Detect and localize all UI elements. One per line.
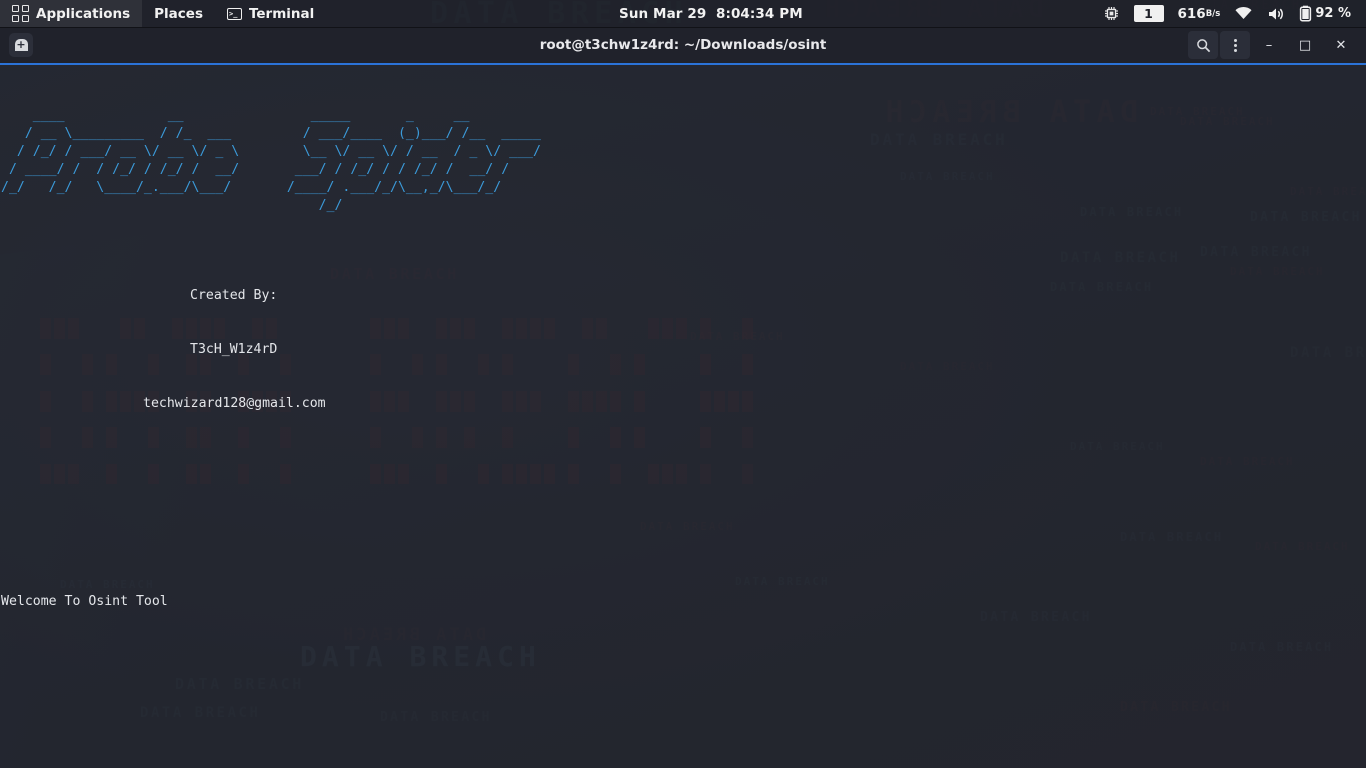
author-name: T3cH_W1z4rD xyxy=(190,342,278,357)
terminal-output: ____ __ _____ _ __ / __ \_________ / /_ … xyxy=(0,65,541,768)
workspace-number: 1 xyxy=(1133,5,1164,22)
minimize-button[interactable]: – xyxy=(1252,30,1286,60)
window-title: root@t3chw1z4rd: ~/Downloads/osint xyxy=(539,37,827,53)
maximize-button[interactable]: □ xyxy=(1288,30,1322,60)
system-tray: 1 616 B/s 92 % xyxy=(1096,0,1366,27)
workspace-switcher[interactable]: 1 xyxy=(1127,0,1171,27)
terminal-window: root@t3chw1z4rd: ~/Downloads/osint – □ ✕… xyxy=(0,27,1366,768)
volume-icon xyxy=(1269,8,1284,19)
terminal-body[interactable]: ____ __ _____ _ __ / __ \_________ / /_ … xyxy=(0,65,1366,768)
battery-indicator[interactable]: 92 % xyxy=(1292,0,1358,27)
panel-clock[interactable]: Sun Mar 29 8:04:34 PM xyxy=(619,6,803,22)
credits-block: Created By: T3cH_W1z4rD techwizard128@gm… xyxy=(1,251,541,449)
taskbar-item-terminal-label: Terminal xyxy=(248,5,315,22)
wifi-indicator[interactable] xyxy=(1227,0,1260,27)
desktop-top-panel: Applications Places >_ Terminal Sun Mar … xyxy=(0,0,1366,28)
ascii-art-banner: ____ __ _____ _ __ / __ \_________ / /_ … xyxy=(1,108,541,213)
author-email: techwizard128@gmail.com xyxy=(143,396,326,411)
network-speed-indicator[interactable]: 616 B/s xyxy=(1171,0,1228,27)
terminal-app-icon xyxy=(9,33,33,57)
apps-grid-icon xyxy=(12,5,29,22)
search-icon xyxy=(1196,38,1210,52)
created-by-label: Created By: xyxy=(190,288,278,303)
close-button[interactable]: ✕ xyxy=(1324,30,1358,60)
applications-menu[interactable]: Applications xyxy=(0,0,143,27)
taskbar-item-terminal[interactable]: >_ Terminal xyxy=(215,0,326,27)
volume-indicator[interactable] xyxy=(1260,0,1292,27)
titlebar-controls: – □ ✕ xyxy=(1188,30,1366,60)
window-menu-button[interactable] xyxy=(1220,31,1250,59)
battery-level-label: 92 % xyxy=(1315,6,1351,21)
welcome-message: Welcome To Osint Tool xyxy=(1,594,168,609)
wifi-icon xyxy=(1235,6,1252,19)
window-titlebar[interactable]: root@t3chw1z4rd: ~/Downloads/osint – □ ✕ xyxy=(0,27,1366,63)
places-menu-label: Places xyxy=(154,5,203,22)
applications-menu-label: Applications xyxy=(36,5,131,22)
network-speed-unit: B/s xyxy=(1205,8,1221,19)
cpu-indicator[interactable] xyxy=(1096,0,1127,27)
battery-icon xyxy=(1300,5,1312,22)
terminal-icon: >_ xyxy=(226,7,242,20)
search-button[interactable] xyxy=(1188,31,1218,59)
cpu-chip-icon xyxy=(1104,7,1118,20)
places-menu[interactable]: Places xyxy=(142,0,215,27)
network-speed-value: 616 xyxy=(1177,5,1206,22)
vertical-dots-menu-icon xyxy=(1233,37,1237,54)
